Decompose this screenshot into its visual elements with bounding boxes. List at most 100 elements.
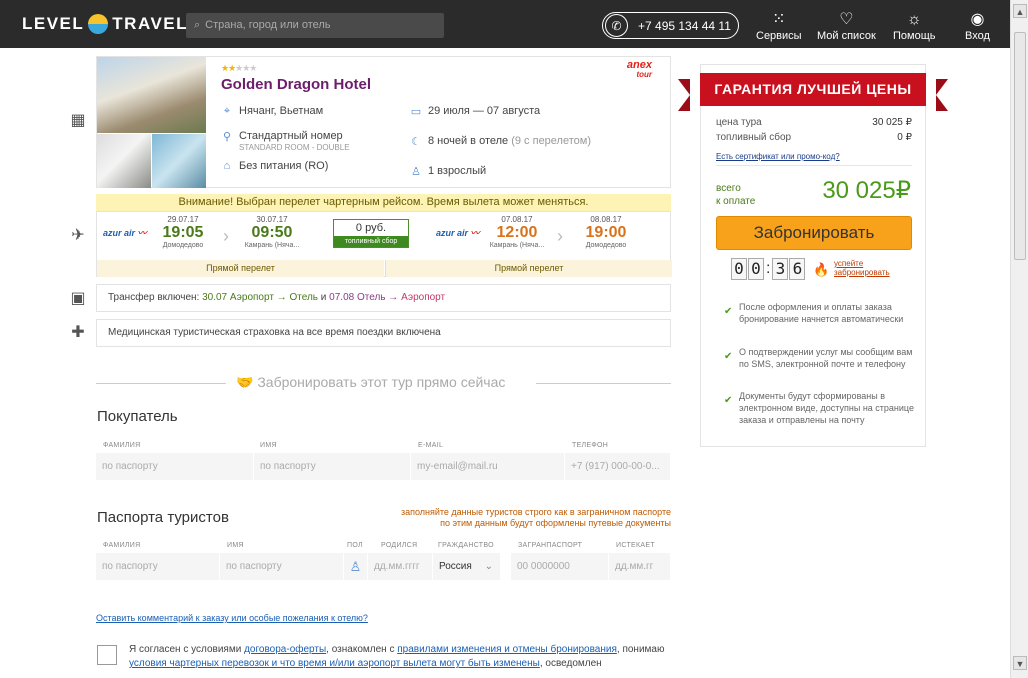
- book-button[interactable]: Забронировать: [716, 216, 912, 250]
- return-dep-time: 12:00: [496, 224, 538, 241]
- chevron-down-icon: ⌄: [484, 561, 493, 572]
- return-dep-date: 07.08.17: [501, 215, 533, 224]
- outbound-dep-date: 29.07.17: [167, 215, 199, 224]
- tourist-citizenship-label: гражданство: [438, 542, 494, 549]
- calendar-icon: ▭: [410, 106, 422, 118]
- offer-link[interactable]: договора-оферты: [244, 644, 326, 655]
- buyer-email-input[interactable]: my-email@mail.ru: [411, 453, 565, 480]
- book-now-divider: 🤝 Забронировать этот тур прямо сейчас: [96, 373, 671, 393]
- return-direct-label: Прямой перелет: [385, 260, 672, 277]
- buyer-email-label: e-mail: [418, 442, 444, 449]
- nav-login[interactable]: ◉ Вход: [965, 10, 990, 42]
- handshake-icon: 🤝: [236, 374, 254, 390]
- total-price: 30 025₽: [822, 177, 911, 204]
- hotel-stars: ★★★★★: [221, 63, 257, 73]
- divider-line-right: [536, 383, 671, 384]
- tourist-passport-input[interactable]: 00 0000000: [511, 553, 609, 580]
- hotel-photo-pool[interactable]: [152, 134, 206, 188]
- outbound-arr-date: 30.07.17: [256, 215, 288, 224]
- buyer-lastname-input[interactable]: по паспорту: [96, 453, 254, 480]
- tourist-expires-input[interactable]: дд.мм.гг: [609, 553, 671, 580]
- nav-help-label: Помощь: [893, 30, 936, 42]
- hotel-room: ⚲ Стандартный номер STANDARD ROOM - DOUB…: [221, 130, 350, 152]
- outbound-dep-place: Домодедово: [162, 242, 204, 249]
- nav-services[interactable]: ⁙ Сервисы: [756, 10, 802, 42]
- agree-checkbox[interactable]: [97, 645, 117, 665]
- insurance-info: Медицинская туристическая страховка на в…: [96, 319, 671, 347]
- nav-wishlist[interactable]: ♡ Мой список: [817, 10, 876, 42]
- search-placeholder: Страна, город или отель: [205, 19, 331, 31]
- outbound-departure: 29.07.17 19:05 Домодедово: [157, 215, 209, 249]
- heart-icon: ♡: [839, 11, 854, 28]
- search-icon: ⌕: [194, 19, 201, 31]
- tourist-birth-input[interactable]: дд.мм.гггг: [368, 553, 433, 580]
- arrow-right-icon: →: [388, 292, 399, 303]
- transfer-and: и: [320, 292, 327, 303]
- scroll-thumb[interactable]: [1014, 32, 1026, 260]
- grid-icon: ⁙: [772, 11, 786, 28]
- tourist-lastname-label: фамилия: [103, 542, 141, 549]
- medkit-icon: ✚: [71, 324, 85, 341]
- agree-text-4: , осведомлен: [539, 658, 602, 669]
- hurry-line-1: успейте: [834, 259, 864, 268]
- cancellation-rules-link[interactable]: правилами изменения и отмены бронировани…: [397, 644, 617, 655]
- hotel-name[interactable]: Golden Dragon Hotel: [221, 76, 371, 93]
- sun-logo-icon: [88, 14, 109, 34]
- flight-card: azur air 〰 29.07.17 19:05 Домодедово › 3…: [96, 211, 672, 277]
- tourist-citizenship-select[interactable]: Россия ⌄: [433, 553, 501, 580]
- agree-text: Я согласен с условиями договора-оферты, …: [129, 643, 669, 671]
- phone-button[interactable]: ✆ +7 495 134 44 11: [602, 12, 739, 39]
- return-arr-place: Домодедово: [585, 242, 627, 249]
- hotel-card: ★★★★★ Golden Dragon Hotel anex tour ⌖ Няч…: [96, 56, 671, 188]
- transfer-route-1-from: Аэропорт: [229, 292, 274, 303]
- benefit-text-2: О подтверждении услуг мы сообщим вам по …: [739, 347, 913, 369]
- hurry-link[interactable]: успейте забронировать: [834, 259, 890, 277]
- phone-icon: ✆: [605, 14, 628, 37]
- citizenship-value: Россия: [439, 561, 472, 572]
- nav-help[interactable]: ☼ Помощь: [893, 10, 936, 42]
- total-label: всего к оплате: [716, 182, 755, 208]
- return-dep-place: Камрань (Нячa...: [489, 242, 545, 249]
- return-arr-time: 19:00: [585, 224, 627, 241]
- search-input[interactable]: ⌕ Страна, город или отель: [186, 13, 444, 38]
- fuel-label: топливный сбор: [334, 236, 408, 247]
- book-now-text: Забронировать этот тур прямо сейчас: [257, 374, 506, 390]
- transfer-info: Трансфер включен: 30.07 Аэропорт → Отель…: [96, 284, 671, 312]
- hotel-meal: ⌂ Без питания (RO): [221, 160, 329, 172]
- hotel-photo-room[interactable]: [97, 134, 151, 188]
- airline-logo-outbound: azur air 〰: [103, 228, 147, 238]
- check-icon: ✔: [724, 306, 733, 317]
- tourist-firstname-input[interactable]: по паспорту: [220, 553, 344, 580]
- comment-link[interactable]: Оставить комментарий к заказу или особые…: [96, 613, 368, 623]
- moon-icon: ☾: [411, 136, 421, 148]
- scrollbar[interactable]: ▲ ▼: [1010, 0, 1028, 678]
- arrow-right-icon: →: [276, 292, 287, 303]
- scroll-down-arrow[interactable]: ▼: [1013, 656, 1027, 670]
- buyer-firstname-input[interactable]: по паспорту: [254, 453, 411, 480]
- logo[interactable]: LEVEL TRAVEL: [22, 14, 188, 34]
- pin-icon: ⌖: [223, 105, 231, 117]
- buyer-phone-input[interactable]: +7 (917) 000-00-0...: [565, 453, 671, 480]
- tour-tourists: ♙ 1 взрослый: [410, 165, 486, 178]
- hurry-line-2: забронировать: [834, 268, 890, 277]
- chevron-right-icon: ›: [223, 226, 229, 246]
- nights-note: (9 с перелетом): [511, 135, 591, 147]
- tourist-lastname-input[interactable]: по паспорту: [96, 553, 220, 580]
- price-panel: цена тура 30 025 ₽ топливный сбор 0 ₽ Ес…: [700, 64, 926, 447]
- return-arr-date: 08.08.17: [590, 215, 622, 224]
- best-price-banner: ГАРАНТИЯ ЛУЧШЕЙ ЦЕНЫ: [678, 73, 948, 111]
- person-icon: ♙: [411, 166, 421, 178]
- hotel-photo-main[interactable]: [97, 57, 206, 133]
- buyer-lastname-label: фамилия: [103, 442, 141, 449]
- charter-conditions-link[interactable]: условия чартерных перевозок и что время …: [129, 658, 540, 669]
- promo-code-link[interactable]: Есть сертификат или промо-код?: [716, 152, 840, 161]
- fuel-price-row: топливный сбор 0 ₽: [716, 132, 912, 143]
- plane-icon: ✈: [71, 227, 85, 244]
- scroll-up-arrow[interactable]: ▲: [1013, 4, 1027, 18]
- nights-text: 8 ночей в отеле: [428, 135, 509, 147]
- book-now-heading: 🤝 Забронировать этот тур прямо сейчас: [236, 374, 505, 391]
- timer-digit: 3: [772, 258, 789, 280]
- fuel-value: 0 руб.: [355, 222, 387, 234]
- check-icon: ✔: [724, 395, 733, 406]
- tourist-sex-toggle[interactable]: ♙: [344, 553, 368, 580]
